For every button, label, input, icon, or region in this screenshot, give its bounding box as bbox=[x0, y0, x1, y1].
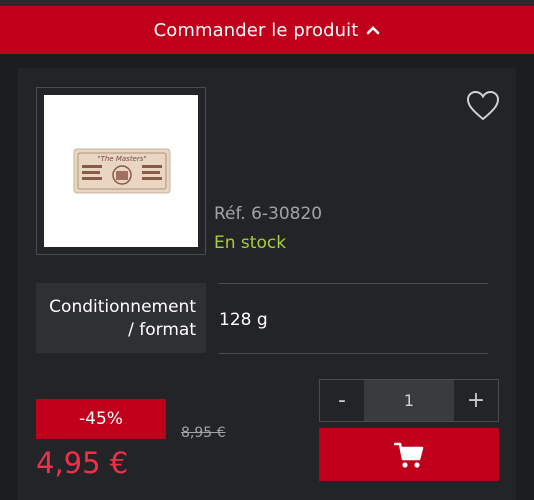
svg-text:"The Masters": "The Masters" bbox=[97, 155, 146, 163]
divider bbox=[218, 283, 488, 284]
soap-bar-image: "The Masters" bbox=[73, 148, 171, 194]
current-price: 4,95 € bbox=[36, 446, 129, 480]
product-image: "The Masters" bbox=[44, 95, 198, 247]
cart-icon bbox=[394, 442, 424, 468]
divider bbox=[218, 353, 488, 354]
old-price: 8,95 € bbox=[181, 425, 226, 441]
wishlist-heart-icon[interactable] bbox=[466, 90, 500, 122]
attribute-label-line2: / format bbox=[128, 320, 196, 340]
attribute-label: Conditionnement / format bbox=[36, 283, 206, 353]
attribute-value: 128 g bbox=[219, 310, 268, 330]
quantity-input[interactable]: 1 bbox=[364, 380, 454, 421]
order-product-label: Commander le produit bbox=[153, 19, 359, 41]
discount-badge: -45% bbox=[36, 399, 166, 439]
chevron-up-icon bbox=[366, 23, 380, 39]
increase-quantity-button[interactable]: + bbox=[454, 380, 498, 421]
product-thumbnail[interactable]: "The Masters" bbox=[36, 87, 206, 255]
quantity-stepper: - 1 + bbox=[319, 379, 499, 422]
stock-status: En stock bbox=[214, 233, 287, 253]
order-product-toggle[interactable]: Commander le produit bbox=[0, 6, 534, 54]
add-to-cart-button[interactable] bbox=[319, 428, 499, 481]
product-reference: Réf. 6-30820 bbox=[214, 204, 323, 224]
decrease-quantity-button[interactable]: - bbox=[320, 380, 364, 421]
attribute-label-line1: Conditionnement bbox=[49, 297, 196, 317]
